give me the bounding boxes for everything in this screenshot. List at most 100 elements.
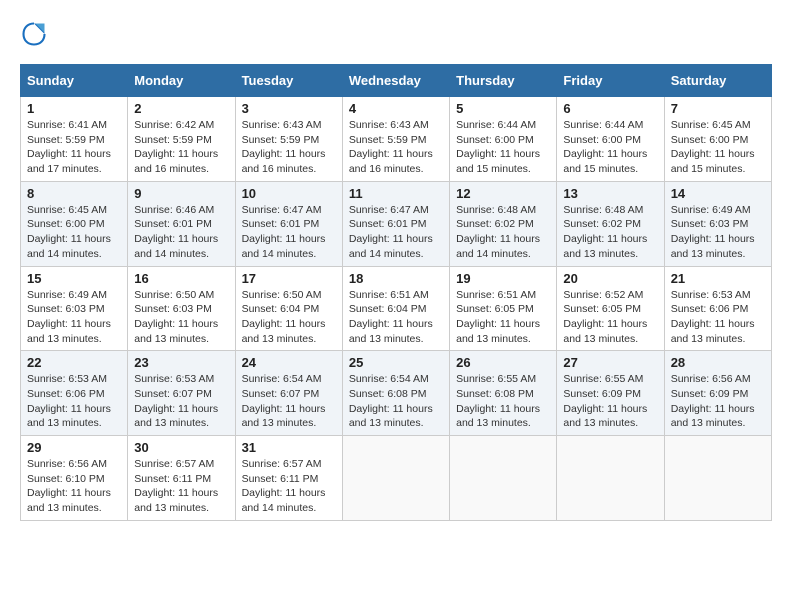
day-number: 6 bbox=[563, 101, 657, 116]
day-number: 21 bbox=[671, 271, 765, 286]
day-info: Sunrise: 6:46 AM Sunset: 6:01 PM Dayligh… bbox=[134, 203, 228, 262]
calendar-cell: 26 Sunrise: 6:55 AM Sunset: 6:08 PM Dayl… bbox=[450, 351, 557, 436]
day-number: 3 bbox=[242, 101, 336, 116]
day-number: 4 bbox=[349, 101, 443, 116]
day-info: Sunrise: 6:48 AM Sunset: 6:02 PM Dayligh… bbox=[456, 203, 550, 262]
day-number: 26 bbox=[456, 355, 550, 370]
calendar-cell: 30 Sunrise: 6:57 AM Sunset: 6:11 PM Dayl… bbox=[128, 436, 235, 521]
calendar-cell: 1 Sunrise: 6:41 AM Sunset: 5:59 PM Dayli… bbox=[21, 97, 128, 182]
day-info: Sunrise: 6:44 AM Sunset: 6:00 PM Dayligh… bbox=[456, 118, 550, 177]
day-info: Sunrise: 6:54 AM Sunset: 6:07 PM Dayligh… bbox=[242, 372, 336, 431]
calendar-cell: 15 Sunrise: 6:49 AM Sunset: 6:03 PM Dayl… bbox=[21, 266, 128, 351]
calendar-cell: 29 Sunrise: 6:56 AM Sunset: 6:10 PM Dayl… bbox=[21, 436, 128, 521]
day-number: 1 bbox=[27, 101, 121, 116]
calendar-cell bbox=[664, 436, 771, 521]
calendar-cell bbox=[557, 436, 664, 521]
calendar-cell: 3 Sunrise: 6:43 AM Sunset: 5:59 PM Dayli… bbox=[235, 97, 342, 182]
day-info: Sunrise: 6:49 AM Sunset: 6:03 PM Dayligh… bbox=[671, 203, 765, 262]
calendar-cell: 12 Sunrise: 6:48 AM Sunset: 6:02 PM Dayl… bbox=[450, 181, 557, 266]
day-info: Sunrise: 6:45 AM Sunset: 6:00 PM Dayligh… bbox=[27, 203, 121, 262]
day-info: Sunrise: 6:56 AM Sunset: 6:10 PM Dayligh… bbox=[27, 457, 121, 516]
day-info: Sunrise: 6:55 AM Sunset: 6:08 PM Dayligh… bbox=[456, 372, 550, 431]
day-info: Sunrise: 6:50 AM Sunset: 6:04 PM Dayligh… bbox=[242, 288, 336, 347]
calendar-cell: 27 Sunrise: 6:55 AM Sunset: 6:09 PM Dayl… bbox=[557, 351, 664, 436]
calendar-week-row: 15 Sunrise: 6:49 AM Sunset: 6:03 PM Dayl… bbox=[21, 266, 772, 351]
day-number: 24 bbox=[242, 355, 336, 370]
day-info: Sunrise: 6:51 AM Sunset: 6:04 PM Dayligh… bbox=[349, 288, 443, 347]
calendar-cell: 21 Sunrise: 6:53 AM Sunset: 6:06 PM Dayl… bbox=[664, 266, 771, 351]
day-number: 8 bbox=[27, 186, 121, 201]
header-monday: Monday bbox=[128, 65, 235, 97]
calendar-table: SundayMondayTuesdayWednesdayThursdayFrid… bbox=[20, 64, 772, 521]
calendar-week-row: 1 Sunrise: 6:41 AM Sunset: 5:59 PM Dayli… bbox=[21, 97, 772, 182]
day-number: 13 bbox=[563, 186, 657, 201]
day-info: Sunrise: 6:47 AM Sunset: 6:01 PM Dayligh… bbox=[242, 203, 336, 262]
calendar-cell: 24 Sunrise: 6:54 AM Sunset: 6:07 PM Dayl… bbox=[235, 351, 342, 436]
day-info: Sunrise: 6:41 AM Sunset: 5:59 PM Dayligh… bbox=[27, 118, 121, 177]
day-number: 28 bbox=[671, 355, 765, 370]
day-info: Sunrise: 6:52 AM Sunset: 6:05 PM Dayligh… bbox=[563, 288, 657, 347]
day-info: Sunrise: 6:45 AM Sunset: 6:00 PM Dayligh… bbox=[671, 118, 765, 177]
day-number: 23 bbox=[134, 355, 228, 370]
calendar-cell bbox=[342, 436, 449, 521]
calendar-cell: 20 Sunrise: 6:52 AM Sunset: 6:05 PM Dayl… bbox=[557, 266, 664, 351]
calendar-week-row: 29 Sunrise: 6:56 AM Sunset: 6:10 PM Dayl… bbox=[21, 436, 772, 521]
day-info: Sunrise: 6:49 AM Sunset: 6:03 PM Dayligh… bbox=[27, 288, 121, 347]
calendar-cell: 4 Sunrise: 6:43 AM Sunset: 5:59 PM Dayli… bbox=[342, 97, 449, 182]
header-thursday: Thursday bbox=[450, 65, 557, 97]
calendar-cell: 2 Sunrise: 6:42 AM Sunset: 5:59 PM Dayli… bbox=[128, 97, 235, 182]
calendar-header-row: SundayMondayTuesdayWednesdayThursdayFrid… bbox=[21, 65, 772, 97]
calendar-cell: 31 Sunrise: 6:57 AM Sunset: 6:11 PM Dayl… bbox=[235, 436, 342, 521]
day-info: Sunrise: 6:53 AM Sunset: 6:07 PM Dayligh… bbox=[134, 372, 228, 431]
day-info: Sunrise: 6:53 AM Sunset: 6:06 PM Dayligh… bbox=[27, 372, 121, 431]
day-info: Sunrise: 6:47 AM Sunset: 6:01 PM Dayligh… bbox=[349, 203, 443, 262]
day-number: 30 bbox=[134, 440, 228, 455]
page-header bbox=[20, 20, 772, 48]
calendar-cell: 5 Sunrise: 6:44 AM Sunset: 6:00 PM Dayli… bbox=[450, 97, 557, 182]
day-info: Sunrise: 6:56 AM Sunset: 6:09 PM Dayligh… bbox=[671, 372, 765, 431]
day-number: 17 bbox=[242, 271, 336, 286]
day-number: 11 bbox=[349, 186, 443, 201]
header-tuesday: Tuesday bbox=[235, 65, 342, 97]
header-wednesday: Wednesday bbox=[342, 65, 449, 97]
day-info: Sunrise: 6:53 AM Sunset: 6:06 PM Dayligh… bbox=[671, 288, 765, 347]
calendar-cell: 23 Sunrise: 6:53 AM Sunset: 6:07 PM Dayl… bbox=[128, 351, 235, 436]
calendar-cell bbox=[450, 436, 557, 521]
day-number: 19 bbox=[456, 271, 550, 286]
header-friday: Friday bbox=[557, 65, 664, 97]
day-info: Sunrise: 6:54 AM Sunset: 6:08 PM Dayligh… bbox=[349, 372, 443, 431]
calendar-cell: 11 Sunrise: 6:47 AM Sunset: 6:01 PM Dayl… bbox=[342, 181, 449, 266]
logo-icon bbox=[20, 20, 48, 48]
calendar-cell: 19 Sunrise: 6:51 AM Sunset: 6:05 PM Dayl… bbox=[450, 266, 557, 351]
day-number: 22 bbox=[27, 355, 121, 370]
calendar-cell: 8 Sunrise: 6:45 AM Sunset: 6:00 PM Dayli… bbox=[21, 181, 128, 266]
day-info: Sunrise: 6:57 AM Sunset: 6:11 PM Dayligh… bbox=[134, 457, 228, 516]
day-number: 16 bbox=[134, 271, 228, 286]
day-number: 9 bbox=[134, 186, 228, 201]
calendar-cell: 28 Sunrise: 6:56 AM Sunset: 6:09 PM Dayl… bbox=[664, 351, 771, 436]
day-info: Sunrise: 6:43 AM Sunset: 5:59 PM Dayligh… bbox=[349, 118, 443, 177]
calendar-week-row: 22 Sunrise: 6:53 AM Sunset: 6:06 PM Dayl… bbox=[21, 351, 772, 436]
calendar-cell: 9 Sunrise: 6:46 AM Sunset: 6:01 PM Dayli… bbox=[128, 181, 235, 266]
day-number: 31 bbox=[242, 440, 336, 455]
day-info: Sunrise: 6:42 AM Sunset: 5:59 PM Dayligh… bbox=[134, 118, 228, 177]
day-info: Sunrise: 6:44 AM Sunset: 6:00 PM Dayligh… bbox=[563, 118, 657, 177]
calendar-week-row: 8 Sunrise: 6:45 AM Sunset: 6:00 PM Dayli… bbox=[21, 181, 772, 266]
calendar-cell: 16 Sunrise: 6:50 AM Sunset: 6:03 PM Dayl… bbox=[128, 266, 235, 351]
calendar-cell: 18 Sunrise: 6:51 AM Sunset: 6:04 PM Dayl… bbox=[342, 266, 449, 351]
day-info: Sunrise: 6:57 AM Sunset: 6:11 PM Dayligh… bbox=[242, 457, 336, 516]
day-number: 5 bbox=[456, 101, 550, 116]
day-number: 27 bbox=[563, 355, 657, 370]
logo bbox=[20, 20, 52, 48]
day-number: 15 bbox=[27, 271, 121, 286]
day-number: 2 bbox=[134, 101, 228, 116]
day-number: 10 bbox=[242, 186, 336, 201]
day-info: Sunrise: 6:43 AM Sunset: 5:59 PM Dayligh… bbox=[242, 118, 336, 177]
day-info: Sunrise: 6:55 AM Sunset: 6:09 PM Dayligh… bbox=[563, 372, 657, 431]
day-number: 18 bbox=[349, 271, 443, 286]
day-info: Sunrise: 6:50 AM Sunset: 6:03 PM Dayligh… bbox=[134, 288, 228, 347]
calendar-cell: 6 Sunrise: 6:44 AM Sunset: 6:00 PM Dayli… bbox=[557, 97, 664, 182]
calendar-cell: 22 Sunrise: 6:53 AM Sunset: 6:06 PM Dayl… bbox=[21, 351, 128, 436]
calendar-cell: 25 Sunrise: 6:54 AM Sunset: 6:08 PM Dayl… bbox=[342, 351, 449, 436]
day-number: 29 bbox=[27, 440, 121, 455]
